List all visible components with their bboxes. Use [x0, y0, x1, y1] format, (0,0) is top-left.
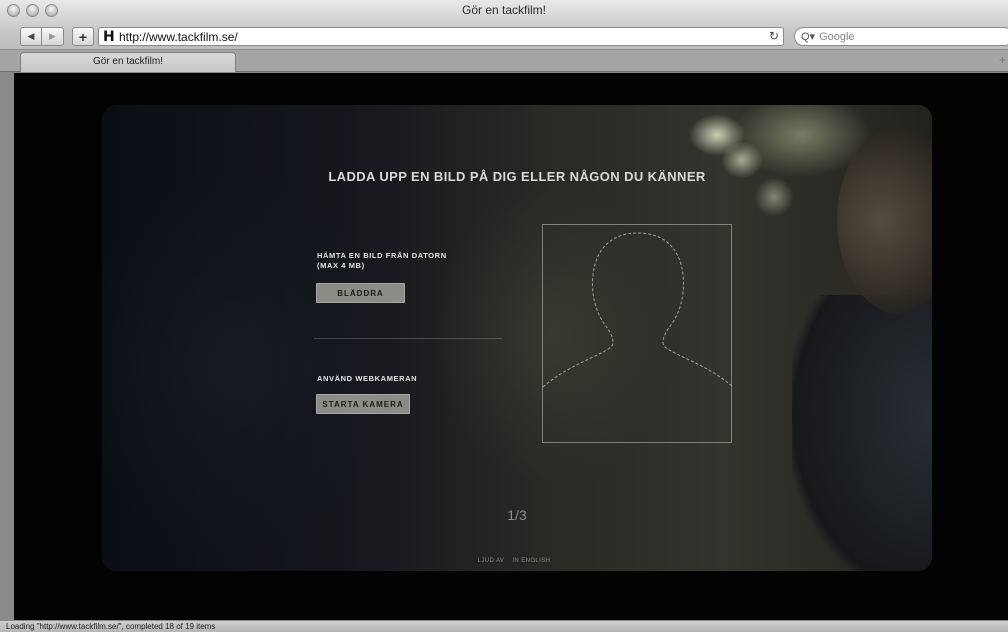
upload-label-title: HÄMTA EN BILD FRÅN DATORN	[317, 251, 447, 260]
window-title: Gör en tackfilm!	[461, 3, 547, 17]
search-field[interactable]: Q▾ Google	[794, 27, 1008, 46]
add-bookmark-button[interactable]: +	[72, 27, 94, 46]
window-titlebar: Gör en tackfilm! ◀ ▶ + H http://www.tack…	[0, 0, 1008, 50]
back-arrow-icon: ◀	[27, 31, 35, 41]
back-button[interactable]: ◀	[20, 27, 42, 46]
footer-links: LJUD AV IN ENGLISH	[102, 558, 932, 564]
background-figure-face	[837, 125, 932, 315]
step-indicator: 1/3	[507, 507, 527, 523]
new-tab-icon[interactable]: +	[999, 53, 1006, 67]
photo-placeholder-frame	[542, 224, 733, 443]
upload-size-limit: (MAX 4 MB)	[317, 261, 365, 270]
tab-active[interactable]: Gör en tackfilm!	[20, 52, 236, 72]
address-bar[interactable]: H http://www.tackfilm.se/ ↻	[98, 27, 784, 46]
webcam-label: ANVÄND WEBKAMERAN	[317, 374, 418, 383]
search-placeholder: Google	[819, 30, 855, 43]
sound-off-link[interactable]: LJUD AV	[478, 558, 505, 564]
tab-bar: Gör en tackfilm! +	[0, 50, 1008, 72]
forward-arrow-icon: ▶	[49, 31, 56, 41]
site-favicon-icon: H	[103, 28, 115, 45]
forward-button[interactable]: ▶	[42, 27, 64, 46]
background-figure-shoulder	[792, 295, 932, 571]
section-divider	[314, 338, 502, 339]
start-camera-button[interactable]: STARTA KAMERA	[316, 394, 410, 414]
tab-label: Gör en tackfilm!	[92, 56, 164, 67]
plus-icon: +	[78, 28, 88, 45]
browse-button[interactable]: BLÄDDRA	[316, 283, 405, 303]
upload-stage: LADDA UPP EN BILD PÅ DIG ELLER NÅGON DU …	[102, 105, 932, 571]
navigation-buttons: ◀ ▶	[20, 27, 64, 46]
web-page: LADDA UPP EN BILD PÅ DIG ELLER NÅGON DU …	[14, 73, 1008, 620]
reload-icon[interactable]: ↻	[769, 29, 779, 43]
page-headline: LADDA UPP EN BILD PÅ DIG ELLER NÅGON DU …	[328, 169, 706, 184]
english-link[interactable]: IN ENGLISH	[512, 558, 550, 564]
person-silhouette-icon	[543, 232, 733, 388]
url-text[interactable]: http://www.tackfilm.se/	[119, 30, 238, 44]
status-bar: Loading "http://www.tackfilm.se/", compl…	[0, 620, 1008, 632]
upload-from-computer-label: HÄMTA EN BILD FRÅN DATORN (MAX 4 MB)	[317, 251, 447, 271]
search-icon[interactable]: Q▾	[801, 30, 815, 43]
